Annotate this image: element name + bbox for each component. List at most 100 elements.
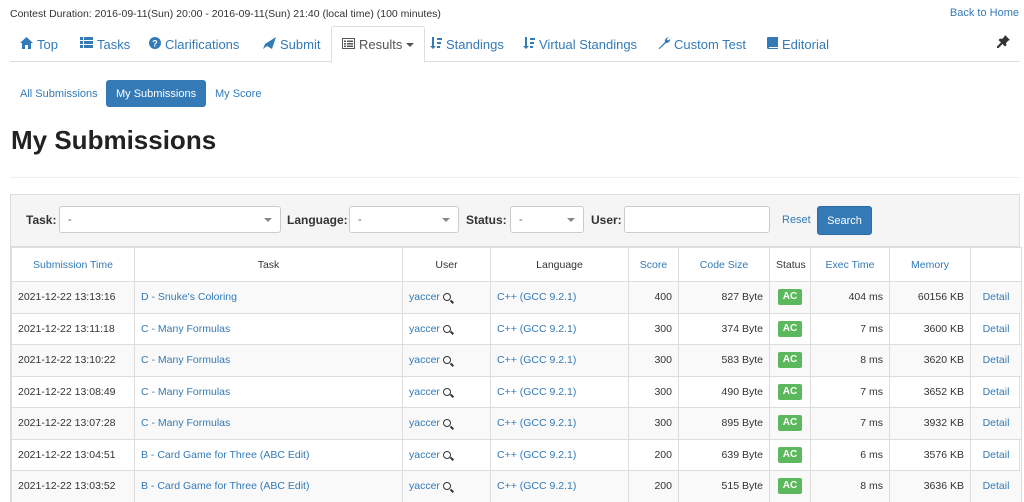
user-link[interactable]: yaccer: [409, 354, 440, 366]
task-link[interactable]: C - Many Formulas: [141, 323, 230, 335]
status-badge: AC: [777, 446, 803, 463]
table-row: 2021-12-22 13:13:16 D - Snuke's Coloring y…: [11, 281, 1022, 314]
code-size-cell: 639 Byte: [678, 438, 770, 471]
task-link[interactable]: D - Snuke's Coloring: [141, 291, 237, 303]
status-cell: AC: [769, 407, 811, 440]
detail-link[interactable]: Detail: [983, 323, 1010, 335]
language-link[interactable]: C++ (GCC 9.2.1): [497, 291, 576, 303]
user-filter-input[interactable]: [624, 206, 770, 233]
score-cell: 200: [628, 438, 679, 471]
task-cell: C - Many Formulas: [134, 407, 403, 440]
search-icon[interactable]: [442, 356, 451, 365]
table-row: 2021-12-22 13:08:49 C - Many Formulas yacc…: [11, 375, 1022, 408]
user-cell: yaccer: [402, 470, 491, 502]
back-to-home-link[interactable]: Back to Home: [950, 7, 1019, 19]
list-alt-icon: [342, 37, 355, 52]
search-icon[interactable]: [442, 482, 451, 491]
search-icon[interactable]: [442, 387, 451, 396]
exec-time-cell: 8 ms: [810, 344, 890, 377]
language-link[interactable]: C++ (GCC 9.2.1): [497, 480, 576, 492]
tab-virtual-standings[interactable]: Virtual Standings: [523, 26, 637, 62]
language-link[interactable]: C++ (GCC 9.2.1): [497, 323, 576, 335]
code-size-cell: 583 Byte: [678, 344, 770, 377]
task-link[interactable]: C - Many Formulas: [141, 386, 230, 398]
memory-cell: 3636 KB: [889, 470, 971, 502]
pin-icon[interactable]: [997, 35, 1010, 51]
user-link[interactable]: yaccer: [409, 480, 440, 492]
score-cell: 300: [628, 407, 679, 440]
contest-duration: Contest Duration: 2016-09-11(Sun) 20:00 …: [10, 8, 441, 20]
col-code-size[interactable]: Code Size: [678, 247, 770, 282]
task-filter-select[interactable]: -: [59, 206, 281, 233]
language-link[interactable]: C++ (GCC 9.2.1): [497, 354, 576, 366]
memory-cell: 3600 KB: [889, 312, 971, 345]
tab-tasks[interactable]: Tasks: [80, 26, 130, 62]
col-submission-time[interactable]: Submission Time: [11, 247, 135, 282]
language-link[interactable]: C++ (GCC 9.2.1): [497, 386, 576, 398]
search-icon[interactable]: [442, 293, 451, 302]
task-link[interactable]: B - Card Game for Three (ABC Edit): [141, 449, 309, 461]
user-cell: yaccer: [402, 281, 491, 314]
user-link[interactable]: yaccer: [409, 417, 440, 429]
memory-cell: 3652 KB: [889, 375, 971, 408]
search-button[interactable]: Search: [817, 206, 872, 235]
tab-standings[interactable]: Standings: [430, 26, 504, 62]
detail-link[interactable]: Detail: [983, 480, 1010, 492]
language-link[interactable]: C++ (GCC 9.2.1): [497, 417, 576, 429]
language-filter-label: Language:: [287, 213, 348, 227]
status-cell: AC: [769, 375, 811, 408]
language-filter-select[interactable]: -: [349, 206, 459, 233]
task-link[interactable]: B - Card Game for Three (ABC Edit): [141, 480, 309, 492]
code-size-cell: 895 Byte: [678, 407, 770, 440]
user-link[interactable]: yaccer: [409, 323, 440, 335]
search-icon[interactable]: [442, 324, 451, 333]
tab-editorial[interactable]: Editorial: [767, 26, 829, 62]
detail-link[interactable]: Detail: [983, 354, 1010, 366]
col-score[interactable]: Score: [628, 247, 679, 282]
submission-time: 2021-12-22 13:04:51: [11, 438, 135, 471]
task-cell: B - Card Game for Three (ABC Edit): [134, 470, 403, 502]
reset-button[interactable]: Reset: [782, 214, 811, 226]
language-link[interactable]: C++ (GCC 9.2.1): [497, 449, 576, 461]
status-badge: AC: [777, 352, 803, 369]
contest-nav-tabs: Top Tasks ? Clarifications Submit Result…: [10, 26, 1020, 63]
language-cell: C++ (GCC 9.2.1): [490, 281, 629, 314]
tab-custom-test[interactable]: Custom Test: [658, 26, 746, 62]
tab-top[interactable]: Top: [20, 26, 58, 62]
status-filter-select[interactable]: -: [510, 206, 584, 233]
user-link[interactable]: yaccer: [409, 449, 440, 461]
task-link[interactable]: C - Many Formulas: [141, 354, 230, 366]
chevron-down-icon: [442, 217, 450, 222]
user-link[interactable]: yaccer: [409, 291, 440, 303]
status-cell: AC: [769, 312, 811, 345]
status-badge: AC: [777, 415, 803, 432]
status-badge: AC: [777, 289, 803, 306]
chevron-down-icon: [406, 42, 415, 47]
subnav-all-submissions[interactable]: All Submissions: [10, 80, 108, 107]
subnav-my-score[interactable]: My Score: [205, 80, 271, 107]
exec-time-cell: 8 ms: [810, 470, 890, 502]
detail-link[interactable]: Detail: [983, 291, 1010, 303]
exec-time-cell: 6 ms: [810, 438, 890, 471]
language-cell: C++ (GCC 9.2.1): [490, 470, 629, 502]
task-link[interactable]: C - Many Formulas: [141, 417, 230, 429]
subnav-my-submissions[interactable]: My Submissions: [106, 80, 207, 107]
tab-clarifications[interactable]: ? Clarifications: [149, 26, 239, 62]
language-cell: C++ (GCC 9.2.1): [490, 375, 629, 408]
task-cell: C - Many Formulas: [134, 375, 403, 408]
detail-cell: Detail: [970, 312, 1022, 345]
memory-cell: 3932 KB: [889, 407, 971, 440]
search-icon[interactable]: [442, 419, 451, 428]
submission-time: 2021-12-22 13:13:16: [11, 281, 135, 314]
tab-submit[interactable]: Submit: [263, 26, 320, 62]
col-exec-time[interactable]: Exec Time: [810, 247, 890, 282]
detail-link[interactable]: Detail: [983, 386, 1010, 398]
tab-results[interactable]: Results: [331, 26, 426, 63]
user-cell: yaccer: [402, 407, 491, 440]
user-link[interactable]: yaccer: [409, 386, 440, 398]
col-memory[interactable]: Memory: [889, 247, 971, 282]
detail-link[interactable]: Detail: [983, 449, 1010, 461]
search-icon[interactable]: [442, 450, 451, 459]
detail-link[interactable]: Detail: [983, 417, 1010, 429]
home-icon: [20, 36, 33, 52]
